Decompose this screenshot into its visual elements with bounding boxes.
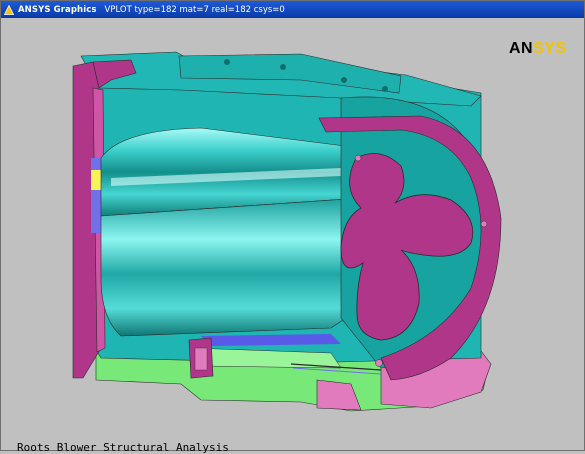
bolt-hole — [382, 86, 388, 92]
left-colored-patch-2 — [91, 170, 101, 190]
bottom-boss-detail — [194, 347, 208, 371]
window-title: ANSYS Graphics — [18, 4, 97, 15]
plot-caption: Roots Blower Structural Analysis — [17, 441, 229, 454]
bottom-blue-patch — [201, 334, 341, 346]
ansys-graphics-window: ANSYS Graphics VPLOT type=182 mat=7 real… — [0, 0, 585, 454]
rotor-lower — [100, 197, 362, 337]
lobe-tip-marker — [354, 154, 362, 162]
bolt-hole — [224, 59, 230, 65]
left-colored-patch — [91, 158, 101, 233]
lobe-tip-marker — [375, 359, 383, 367]
bolt-hole — [280, 64, 286, 70]
plot-info: VPLOT type=182 mat=7 real=182 csys=0 — [104, 4, 285, 15]
ansys-app-icon — [4, 4, 14, 15]
ansys-logo: ANSYS — [509, 40, 567, 57]
roots-blower-model — [72, 51, 502, 412]
title-bar[interactable]: ANSYS Graphics VPLOT type=182 mat=7 real… — [1, 1, 584, 18]
lobe-tip-marker — [480, 220, 488, 228]
bolt-hole — [341, 77, 347, 83]
graphics-viewport[interactable]: ANSYS Roots Blower Structural Analysis — [1, 18, 584, 454]
